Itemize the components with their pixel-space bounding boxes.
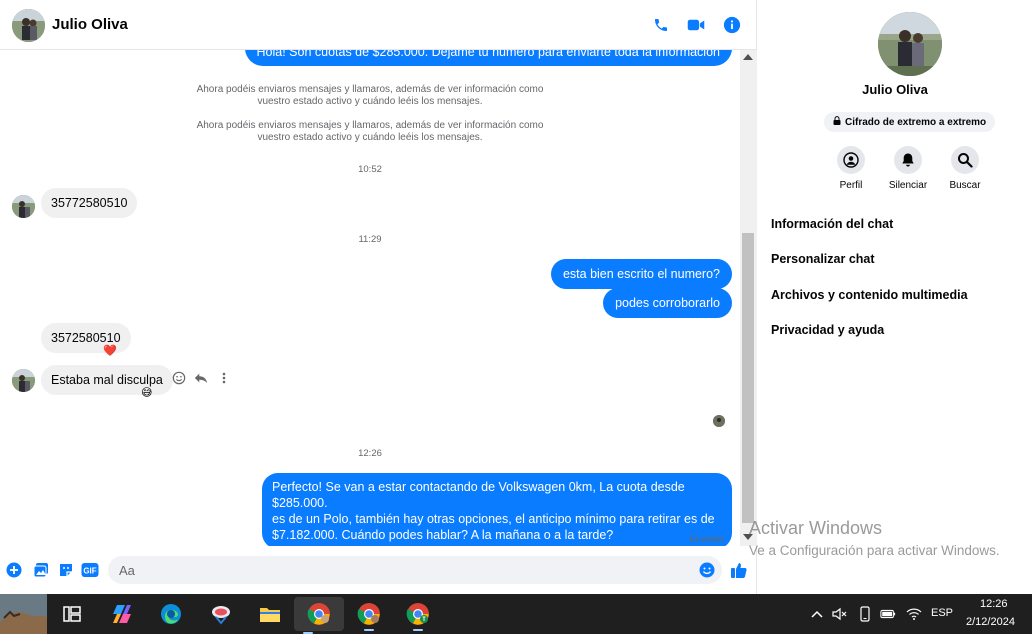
read-receipt-avatar: [713, 415, 725, 427]
svg-text:GIF: GIF: [83, 567, 96, 576]
timestamp: 11:29: [358, 234, 382, 245]
search-icon: [951, 146, 979, 174]
activation-watermark-title: Activar Windows: [749, 518, 883, 538]
system-notice: Ahora podéis enviaros mensajes y llamaro…: [196, 120, 544, 143]
snipping-tool-icon[interactable]: [207, 600, 235, 628]
widgets-weather-icon[interactable]: [0, 594, 47, 634]
contact-name: Julio Oliva: [862, 82, 928, 97]
menu-privacy-support[interactable]: Privacidad y ayuda: [771, 323, 884, 337]
profile-icon: [837, 146, 865, 174]
message-bubble-outgoing[interactable]: Perfecto! Se van a estar contactando de …: [262, 473, 732, 546]
reaction-laugh[interactable]: 😅: [141, 386, 152, 399]
message-bubble-incoming[interactable]: Estaba mal disculpa: [41, 365, 173, 395]
clock-date[interactable]: 2/12/2024: [966, 616, 1015, 628]
photo-icon[interactable]: [32, 561, 50, 579]
video-call-icon[interactable]: [685, 14, 707, 36]
bell-icon: [894, 146, 922, 174]
plus-icon[interactable]: [5, 561, 23, 579]
file-explorer-icon[interactable]: [256, 600, 284, 628]
wifi-icon[interactable]: [906, 606, 922, 622]
menu-chat-info[interactable]: Información del chat: [771, 217, 893, 231]
avatar[interactable]: [12, 195, 35, 218]
thumbs-up-icon[interactable]: [730, 561, 748, 579]
scroll-thumb[interactable]: [742, 233, 754, 523]
lock-icon: [833, 116, 841, 128]
reaction-heart[interactable]: ❤️: [103, 344, 117, 357]
message-bubble-outgoing[interactable]: Hola! Son cuotas de $285.000. Dejame tu …: [244, 50, 732, 66]
windows-taskbar: ESP 12:26 2/12/2024: [0, 594, 1032, 634]
chat-info-panel: Julio Oliva Cifrado de extremo a extremo…: [758, 0, 1032, 594]
avatar[interactable]: [12, 369, 35, 392]
gif-icon[interactable]: GIF: [81, 561, 99, 579]
chrome-profile-t-icon[interactable]: [404, 600, 432, 631]
task-view-icon[interactable]: [58, 600, 86, 628]
edge-browser-icon[interactable]: [157, 600, 185, 628]
reply-icon[interactable]: [194, 371, 208, 385]
scrollbar[interactable]: [740, 50, 757, 546]
message-composer: GIF: [0, 550, 757, 592]
system-notice: Ahora podéis enviaros mensajes y llamaro…: [196, 84, 544, 107]
chevron-up-icon[interactable]: [809, 606, 825, 622]
message-bubble-incoming[interactable]: 3572580510: [41, 323, 131, 353]
avatar[interactable]: [878, 12, 942, 76]
volume-muted-icon[interactable]: [832, 606, 848, 622]
messenger-app: Julio Oliva Hola! Son cuotas de $285.000…: [0, 0, 1032, 634]
message-bubble-incoming[interactable]: 35772580510: [41, 188, 138, 218]
message-input[interactable]: [108, 556, 722, 584]
copilot-icon[interactable]: [108, 600, 136, 628]
message-bubble-outgoing[interactable]: podes corroborarlo: [603, 288, 732, 318]
profile-button[interactable]: Perfil: [821, 146, 881, 191]
phone-link-icon[interactable]: [857, 606, 873, 622]
message-list: Hola! Son cuotas de $285.000. Dejame tu …: [0, 50, 740, 546]
avatar[interactable]: [12, 9, 45, 42]
more-options-icon[interactable]: [218, 371, 230, 385]
info-icon[interactable]: [721, 14, 743, 36]
chrome-browser-icon-active[interactable]: [294, 597, 344, 634]
phone-icon[interactable]: [650, 14, 672, 36]
timestamp: 10:52: [358, 164, 382, 175]
battery-icon[interactable]: [880, 606, 896, 622]
scroll-up-arrow[interactable]: [743, 54, 753, 60]
message-bubble-outgoing[interactable]: esta bien escrito el numero?: [550, 259, 732, 289]
search-button[interactable]: Buscar: [935, 146, 995, 191]
menu-media-files[interactable]: Archivos y contenido multimedia: [771, 288, 968, 302]
menu-customize-chat[interactable]: Personalizar chat: [771, 252, 875, 266]
input-language[interactable]: ESP: [931, 607, 953, 619]
chrome-profile-icon[interactable]: [355, 600, 383, 631]
activation-watermark-subtitle: Ve a Configuración para activar Windows.: [749, 543, 1000, 558]
encryption-badge[interactable]: Cifrado de extremo a extremo: [824, 112, 996, 132]
emoji-icon[interactable]: [698, 561, 716, 579]
chat-header: Julio Oliva: [0, 0, 757, 50]
sticker-icon[interactable]: [57, 561, 75, 579]
mute-button[interactable]: Silenciar: [878, 146, 938, 191]
timestamp: 12:26: [358, 448, 382, 459]
contact-name[interactable]: Julio Oliva: [52, 16, 128, 33]
chat-window: Julio Oliva Hola! Son cuotas de $285.000…: [0, 0, 757, 594]
delivery-status: Enviado: [689, 534, 724, 545]
clock-time[interactable]: 12:26: [980, 598, 1008, 610]
react-icon[interactable]: [172, 371, 186, 385]
